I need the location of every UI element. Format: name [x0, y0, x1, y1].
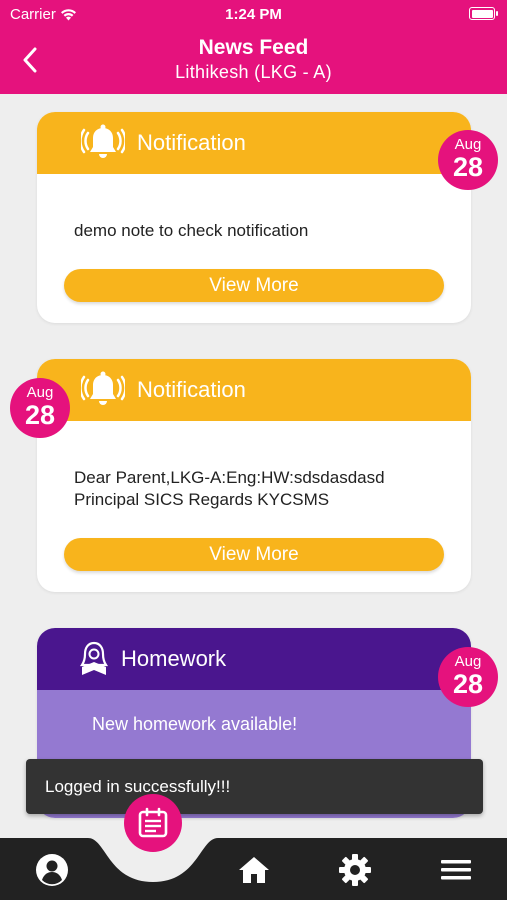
card-header: Notification — [37, 359, 471, 421]
date-badge: Aug 28 — [10, 378, 70, 438]
card-type-label: Homework — [121, 646, 227, 671]
battery-icon — [469, 7, 498, 20]
card-header: Homework — [37, 628, 471, 690]
date-month: Aug — [454, 653, 482, 670]
calendar-fab-button[interactable] — [124, 794, 182, 852]
feed-card-notification[interactable]: Notification Dear Parent,LKG-A:Eng:HW:sd… — [37, 359, 471, 592]
toast-message: Logged in successfully!!! — [26, 759, 483, 814]
menu-icon — [441, 860, 471, 880]
card-header: Notification — [37, 112, 471, 174]
bell-ringing-icon — [81, 371, 125, 405]
nav-profile[interactable] — [32, 850, 72, 890]
nav-home[interactable] — [234, 850, 274, 890]
feed-card-notification[interactable]: Notification demo note to check notifica… — [37, 112, 471, 323]
card-type-label: Notification — [137, 377, 246, 402]
clock: 1:24 PM — [225, 6, 282, 23]
date-day: 28 — [24, 400, 56, 430]
card-body: Dear Parent,LKG-A:Eng:HW:sdsdasdasd Prin… — [37, 421, 471, 592]
student-class-subtitle: Lithikesh (LKG - A) — [175, 62, 332, 82]
calendar-icon — [138, 807, 168, 838]
home-icon — [239, 857, 269, 883]
date-month: Aug — [26, 384, 54, 401]
card-type-label: Notification — [137, 130, 246, 155]
bell-ringing-icon — [81, 124, 125, 158]
card-message: demo note to check notification — [74, 221, 309, 240]
status-bar: Carrier 1:24 PM — [0, 0, 507, 28]
message-line: Principal SICS Regards KYCSMS — [74, 490, 330, 509]
date-month: Aug — [454, 136, 482, 153]
card-body: demo note to check notification View Mor… — [37, 174, 471, 323]
date-badge: Aug 28 — [438, 647, 498, 707]
page-title: News Feed — [198, 36, 309, 59]
date-day: 28 — [452, 152, 484, 182]
student-reading-icon — [79, 641, 109, 675]
card-message: Dear Parent,LKG-A:Eng:HW:sdsdasdasd Prin… — [74, 467, 385, 511]
message-line: Dear Parent,LKG-A:Eng:HW:sdsdasdasd — [74, 468, 385, 487]
card-message: New homework available! — [92, 714, 298, 734]
date-badge: Aug 28 — [438, 130, 498, 190]
settings-icon — [339, 854, 371, 886]
view-more-button[interactable]: View More — [64, 538, 444, 571]
nav-menu[interactable] — [436, 850, 476, 890]
nav-settings[interactable] — [335, 850, 375, 890]
date-day: 28 — [452, 669, 484, 699]
profile-icon — [36, 854, 68, 886]
bottom-nav — [0, 838, 507, 900]
view-more-button[interactable]: View More — [64, 269, 444, 302]
app-header: News Feed Lithikesh (LKG - A) — [0, 28, 507, 94]
